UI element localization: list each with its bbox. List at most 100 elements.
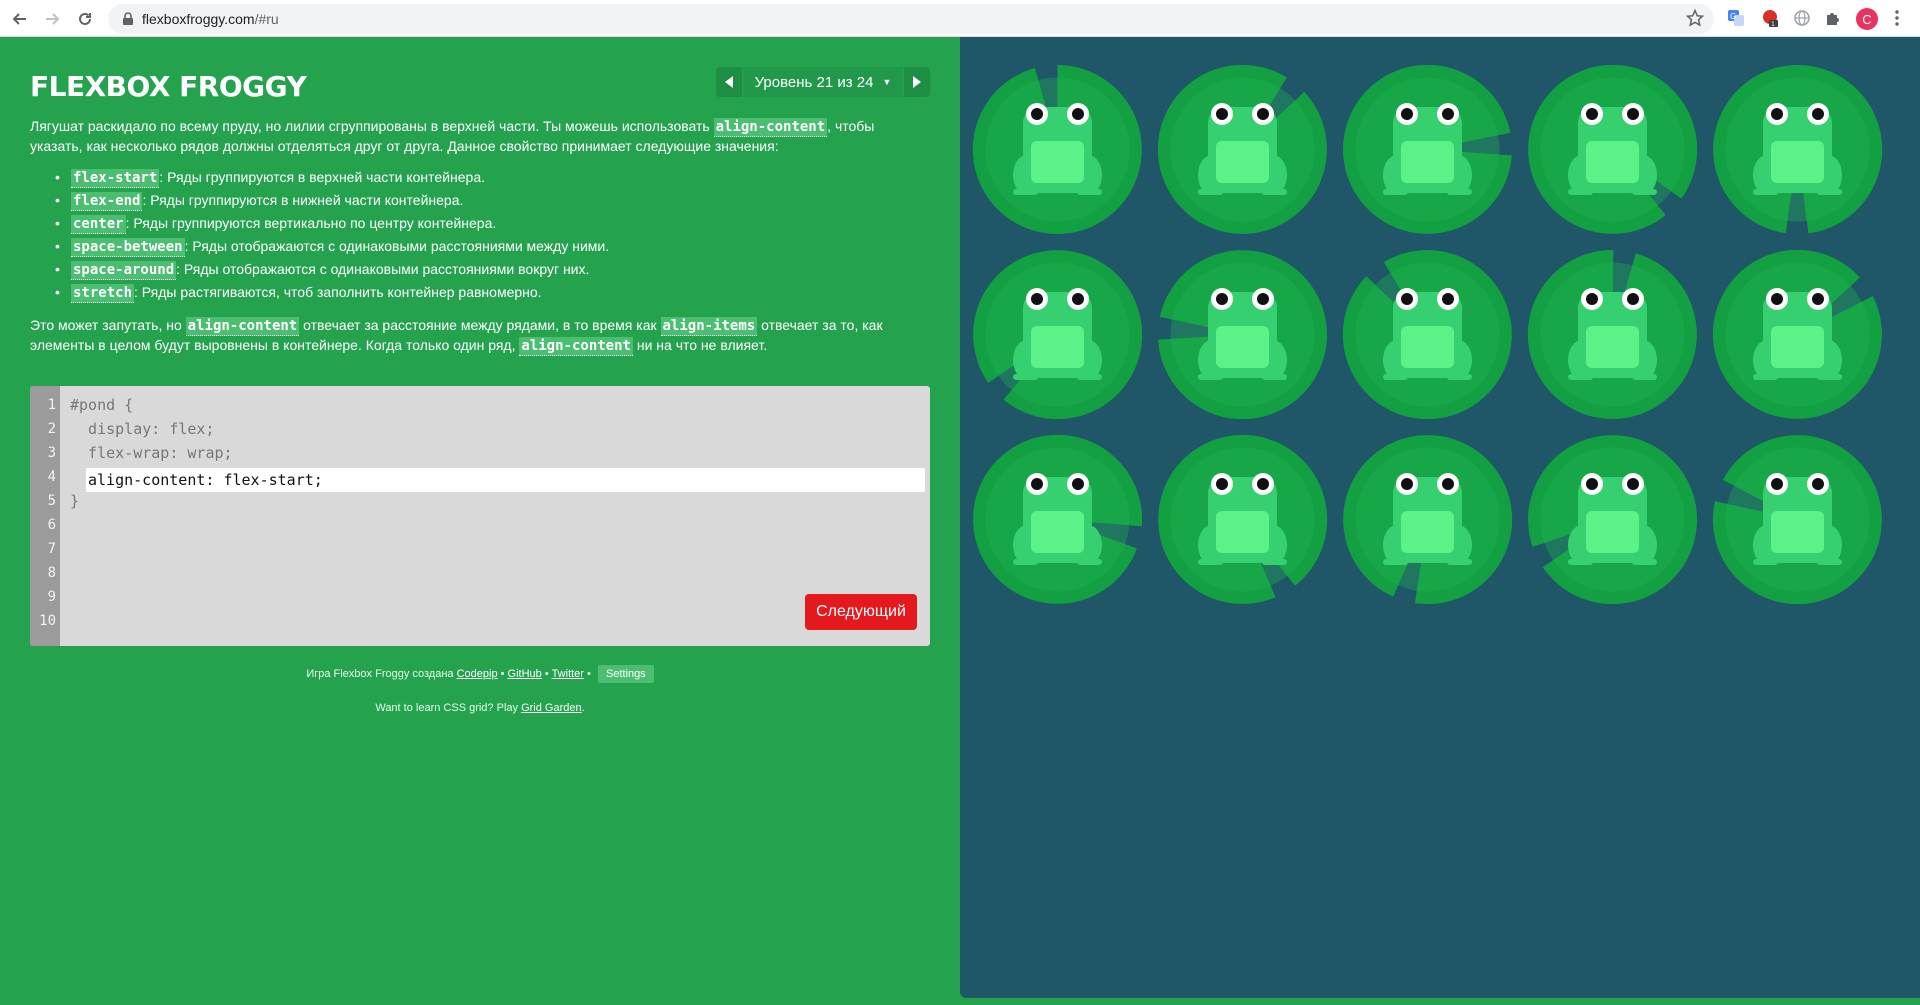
lilypad-icon xyxy=(1343,435,1513,605)
svg-text:G: G xyxy=(1730,12,1736,21)
keyword-space-around[interactable]: space-around xyxy=(71,261,177,280)
twitter-link[interactable]: Twitter xyxy=(552,668,584,680)
browser-toolbar: flexboxfroggy.com/#ru G 1 C xyxy=(0,0,1920,37)
lilypad-icon xyxy=(972,65,1142,234)
forward-arrow-icon xyxy=(46,13,60,25)
caret-down-icon: ▼ xyxy=(882,77,892,87)
profile-avatar[interactable]: C xyxy=(1856,8,1878,30)
settings-button[interactable]: Settings xyxy=(597,665,654,683)
app-logo: FLEXBOX FROGGY xyxy=(30,70,307,103)
keyword-align-items[interactable]: align-items xyxy=(660,317,758,336)
frog-on-lilypad xyxy=(1335,242,1520,427)
level-navigation: Уровень 21 из 24 ▼ xyxy=(716,67,930,97)
line-number: 6 xyxy=(47,517,56,533)
frog-icon xyxy=(1568,473,1657,565)
codepip-link[interactable]: Codepip xyxy=(457,668,498,680)
frog-on-lilypad xyxy=(1705,427,1890,612)
keyword-align-content[interactable]: align-content xyxy=(713,118,828,137)
frog-icon xyxy=(1198,103,1287,195)
frog-on-lilypad xyxy=(1150,427,1335,612)
list-item: space-between: Ряды отображаются с одина… xyxy=(30,235,930,258)
triangle-right-icon xyxy=(913,76,921,88)
frog-on-lilypad xyxy=(1520,242,1705,427)
address-bar[interactable]: flexboxfroggy.com/#ru xyxy=(108,4,1714,34)
frog-on-lilypad xyxy=(1705,242,1890,427)
lilypad-icon xyxy=(1158,250,1327,420)
translate-extension-icon[interactable]: G xyxy=(1726,8,1746,28)
pond xyxy=(960,37,1920,998)
line-number: 10 xyxy=(39,613,56,629)
keyword-align-content[interactable]: align-content xyxy=(519,337,633,356)
code-line: display: flex; xyxy=(70,420,215,438)
credits: Игра Flexbox Froggy создана Codepip • Gi… xyxy=(0,665,960,683)
forward-button[interactable] xyxy=(40,7,64,31)
frog-icon xyxy=(1753,103,1842,195)
lilypad-icon xyxy=(1713,65,1883,234)
level-indicator[interactable]: Уровень 21 из 24 ▼ xyxy=(743,67,903,97)
footer: Want to learn CSS grid? Play Grid Garden… xyxy=(375,702,585,714)
intro-paragraph: Лягушат раскидало по всему пруду, но лил… xyxy=(30,118,875,154)
lilypad-icon xyxy=(1712,249,1882,419)
frog-icon xyxy=(1013,288,1102,380)
frog-icon xyxy=(1753,473,1842,565)
line-number: 7 xyxy=(47,541,56,557)
keyword-flex-start[interactable]: flex-start xyxy=(71,169,160,188)
keyword-flex-end[interactable]: flex-end xyxy=(71,192,143,211)
list-item: space-around: Ряды отображаются с одинак… xyxy=(30,258,930,281)
frog-icon xyxy=(1198,473,1287,565)
code-line: flex-wrap: wrap; xyxy=(70,444,233,462)
frog-on-lilypad xyxy=(965,57,1150,242)
code-line: } xyxy=(70,492,80,510)
back-arrow-icon xyxy=(12,13,26,25)
line-number: 1 xyxy=(47,397,56,413)
puzzle-extensions-icon[interactable] xyxy=(1823,8,1843,28)
reload-icon xyxy=(79,12,91,25)
frog-on-lilypad xyxy=(1705,57,1890,242)
lilypad-icon xyxy=(1343,64,1512,234)
code-line: #pond { xyxy=(70,396,134,414)
grid-garden-link[interactable]: Grid Garden xyxy=(521,702,582,714)
list-item: flex-start: Ряды группируются в верхней … xyxy=(30,166,930,189)
reload-button[interactable] xyxy=(73,7,97,31)
globe-extension-icon[interactable] xyxy=(1792,8,1812,28)
line-number: 8 xyxy=(47,565,56,581)
css-code-input[interactable] xyxy=(86,468,925,492)
keyword-center[interactable]: center xyxy=(71,215,126,234)
frog-icon xyxy=(1013,103,1102,195)
keyword-space-between[interactable]: space-between xyxy=(71,238,185,257)
next-button[interactable]: Следующий xyxy=(805,594,917,630)
level-label: Уровень 21 из 24 xyxy=(754,73,874,91)
frog-on-lilypad xyxy=(965,427,1150,612)
line-number: 9 xyxy=(47,589,56,605)
keyword-align-content[interactable]: align-content xyxy=(185,317,300,336)
bookmark-star-icon[interactable] xyxy=(1686,9,1704,27)
list-item: flex-end: Ряды группируются в нижней час… xyxy=(30,189,930,212)
github-link[interactable]: GitHub xyxy=(508,668,542,680)
frog-icon xyxy=(1383,473,1472,565)
next-level-arrow-button[interactable] xyxy=(904,67,930,97)
frog-icon xyxy=(1013,473,1102,565)
sidebar-panel: FLEXBOX FROGGY Уровень 21 из 24 ▼ Лягуша… xyxy=(0,37,960,1005)
frog-on-lilypad xyxy=(965,242,1150,427)
prev-level-button[interactable] xyxy=(716,67,742,97)
values-list: flex-start: Ряды группируются в верхней … xyxy=(30,166,930,304)
line-number: 3 xyxy=(47,445,56,461)
lilypad-icon xyxy=(1528,64,1698,234)
menu-kebab-icon[interactable] xyxy=(1895,9,1899,32)
lilypad-icon xyxy=(1342,250,1512,420)
keyword-stretch[interactable]: stretch xyxy=(71,284,135,303)
line-number: 2 xyxy=(47,421,56,437)
url-text: flexboxfroggy.com/#ru xyxy=(142,11,279,27)
frog-on-lilypad xyxy=(1520,427,1705,612)
frog-icon xyxy=(1568,103,1657,195)
list-item: center: Ряды группируются вертикально по… xyxy=(30,212,930,235)
lilypad-icon xyxy=(1712,435,1882,605)
adblock-extension-icon[interactable]: 1 xyxy=(1760,8,1780,28)
line-number-gutter: 1 2 3 4 5 6 7 8 9 10 xyxy=(30,386,60,646)
back-button[interactable] xyxy=(8,7,32,31)
lilypad-icon xyxy=(1527,249,1697,419)
lock-icon xyxy=(123,12,133,25)
instructions: Лягушат раскидало по всему пруду, но лил… xyxy=(30,117,930,356)
lilypad-icon xyxy=(1528,435,1698,605)
lilypad-icon xyxy=(973,434,1143,604)
